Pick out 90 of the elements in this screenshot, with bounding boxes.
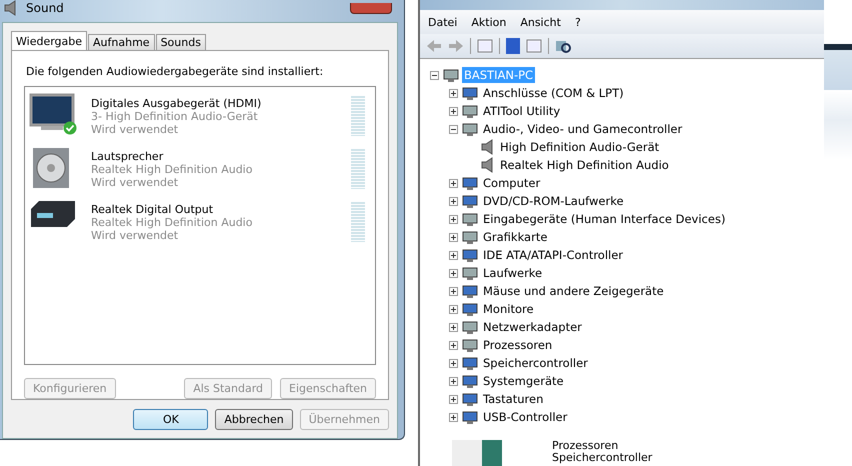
expand-icon[interactable] (449, 376, 458, 386)
device-icon (462, 283, 478, 299)
tab[interactable]: Sounds (156, 34, 206, 51)
device-driver: Realtek High Definition Audio (91, 162, 254, 176)
tab[interactable]: Wiedergabe (11, 31, 88, 51)
device-icon (462, 355, 478, 371)
screenshot-fragment (452, 440, 502, 466)
expand-icon[interactable] (449, 304, 458, 314)
collapse-icon[interactable] (449, 124, 458, 134)
device-name: Realtek Digital Output (91, 202, 214, 216)
close-button[interactable] (350, 2, 392, 14)
device-icon (462, 391, 478, 407)
expand-icon[interactable] (449, 268, 458, 278)
device-icon (462, 121, 478, 137)
panel-icon[interactable] (526, 39, 542, 53)
tree-item[interactable]: Grafikkarte (481, 229, 550, 245)
collapse-icon[interactable] (430, 70, 439, 80)
tab[interactable]: Aufnahme (88, 34, 155, 51)
device-icon (462, 85, 478, 101)
device-driver: Realtek High Definition Audio (91, 216, 254, 228)
device-icon (462, 175, 478, 191)
expand-icon[interactable] (449, 412, 458, 422)
device-icon (462, 337, 478, 353)
device-icon (462, 409, 478, 425)
tree-item: Speichercontroller (552, 452, 652, 464)
button[interactable]: OK (133, 409, 208, 430)
expand-icon[interactable] (449, 322, 458, 332)
tree-item[interactable]: Prozessoren (481, 337, 554, 353)
tree-item[interactable]: Systemgeräte (481, 373, 566, 389)
tree-item[interactable]: Mäuse und andere Zeigegeräte (481, 283, 666, 299)
receiver-icon (29, 199, 77, 229)
device-icon (462, 211, 478, 227)
menu-item[interactable]: Datei (428, 16, 458, 28)
monitor-icon (29, 93, 75, 133)
level-meter (351, 149, 365, 189)
device-name: Lautsprecher (91, 150, 164, 162)
device-status: Wird verwendet (91, 122, 180, 136)
device-icon (462, 247, 478, 263)
expand-icon[interactable] (449, 232, 458, 242)
tree-item[interactable]: Anschlüsse (COM & LPT) (481, 85, 626, 101)
button[interactable]: Abbrechen (215, 409, 293, 430)
tree-item[interactable]: Eingabegeräte (Human Interface Devices) (481, 211, 728, 227)
tree-item[interactable]: Laufwerke (481, 265, 544, 281)
expand-icon[interactable] (449, 196, 458, 206)
tree-item: Prozessoren (552, 440, 620, 452)
expand-icon[interactable] (449, 106, 458, 116)
panel-heading: Die folgenden Audiowiedergabegeräte sind installiert: (26, 65, 324, 78)
device-name: Digitales Ausgabegerät (HDMI) (91, 96, 262, 110)
tree-item[interactable]: Netzwerkadapter (481, 319, 584, 335)
tree-item[interactable]: DVD/CD-ROM-Laufwerke (481, 193, 626, 209)
speaker-icon (4, 0, 18, 16)
device-icon (443, 67, 459, 83)
expand-icon[interactable] (449, 88, 458, 98)
tree-item[interactable]: Tastaturen (481, 391, 546, 407)
menu-item[interactable]: Ansicht (520, 16, 561, 28)
device-icon (462, 229, 478, 245)
menu-item[interactable]: Aktion (471, 16, 506, 28)
device-status: Wird verwendet (91, 228, 180, 242)
expand-icon[interactable] (449, 358, 458, 368)
device-icon (462, 319, 478, 335)
expand-icon[interactable] (449, 214, 458, 224)
scan-icon[interactable] (555, 38, 571, 54)
menu-item[interactable]: ? (574, 16, 581, 28)
speaker-icon (481, 139, 495, 155)
window-title: Sound (26, 1, 64, 15)
device-icon (462, 193, 478, 209)
device-icon (462, 265, 478, 281)
device-icon (462, 373, 478, 389)
level-meter (351, 96, 365, 136)
tree-item[interactable]: High Definition Audio-Gerät (498, 139, 662, 155)
expand-icon[interactable] (449, 394, 458, 404)
expand-icon[interactable] (449, 340, 458, 350)
expand-icon[interactable] (449, 178, 458, 188)
speaker-icon (481, 157, 495, 173)
expand-icon[interactable] (449, 286, 458, 296)
level-meter (351, 202, 365, 242)
tree-item[interactable]: ATITool Utility (481, 103, 562, 119)
tree-item[interactable]: Computer (481, 175, 542, 191)
tree-item[interactable]: Monitore (481, 301, 536, 317)
tree-item[interactable]: USB-Controller (481, 409, 570, 425)
device-driver: 3- High Definition Audio-Gerät (91, 110, 259, 122)
expand-icon[interactable] (449, 250, 458, 260)
tree-item[interactable]: Realtek High Definition Audio (498, 157, 671, 173)
panel-icon[interactable] (477, 39, 493, 53)
device-icon (462, 301, 478, 317)
device-icon (462, 103, 478, 119)
tree-item[interactable]: Speichercontroller (481, 355, 590, 371)
tree-item[interactable]: IDE ATA/ATAPI-Controller (481, 247, 626, 263)
tree-item[interactable]: Audio-, Video- und Gamecontroller (481, 121, 684, 137)
device-status: Wird verwendet (91, 176, 180, 188)
